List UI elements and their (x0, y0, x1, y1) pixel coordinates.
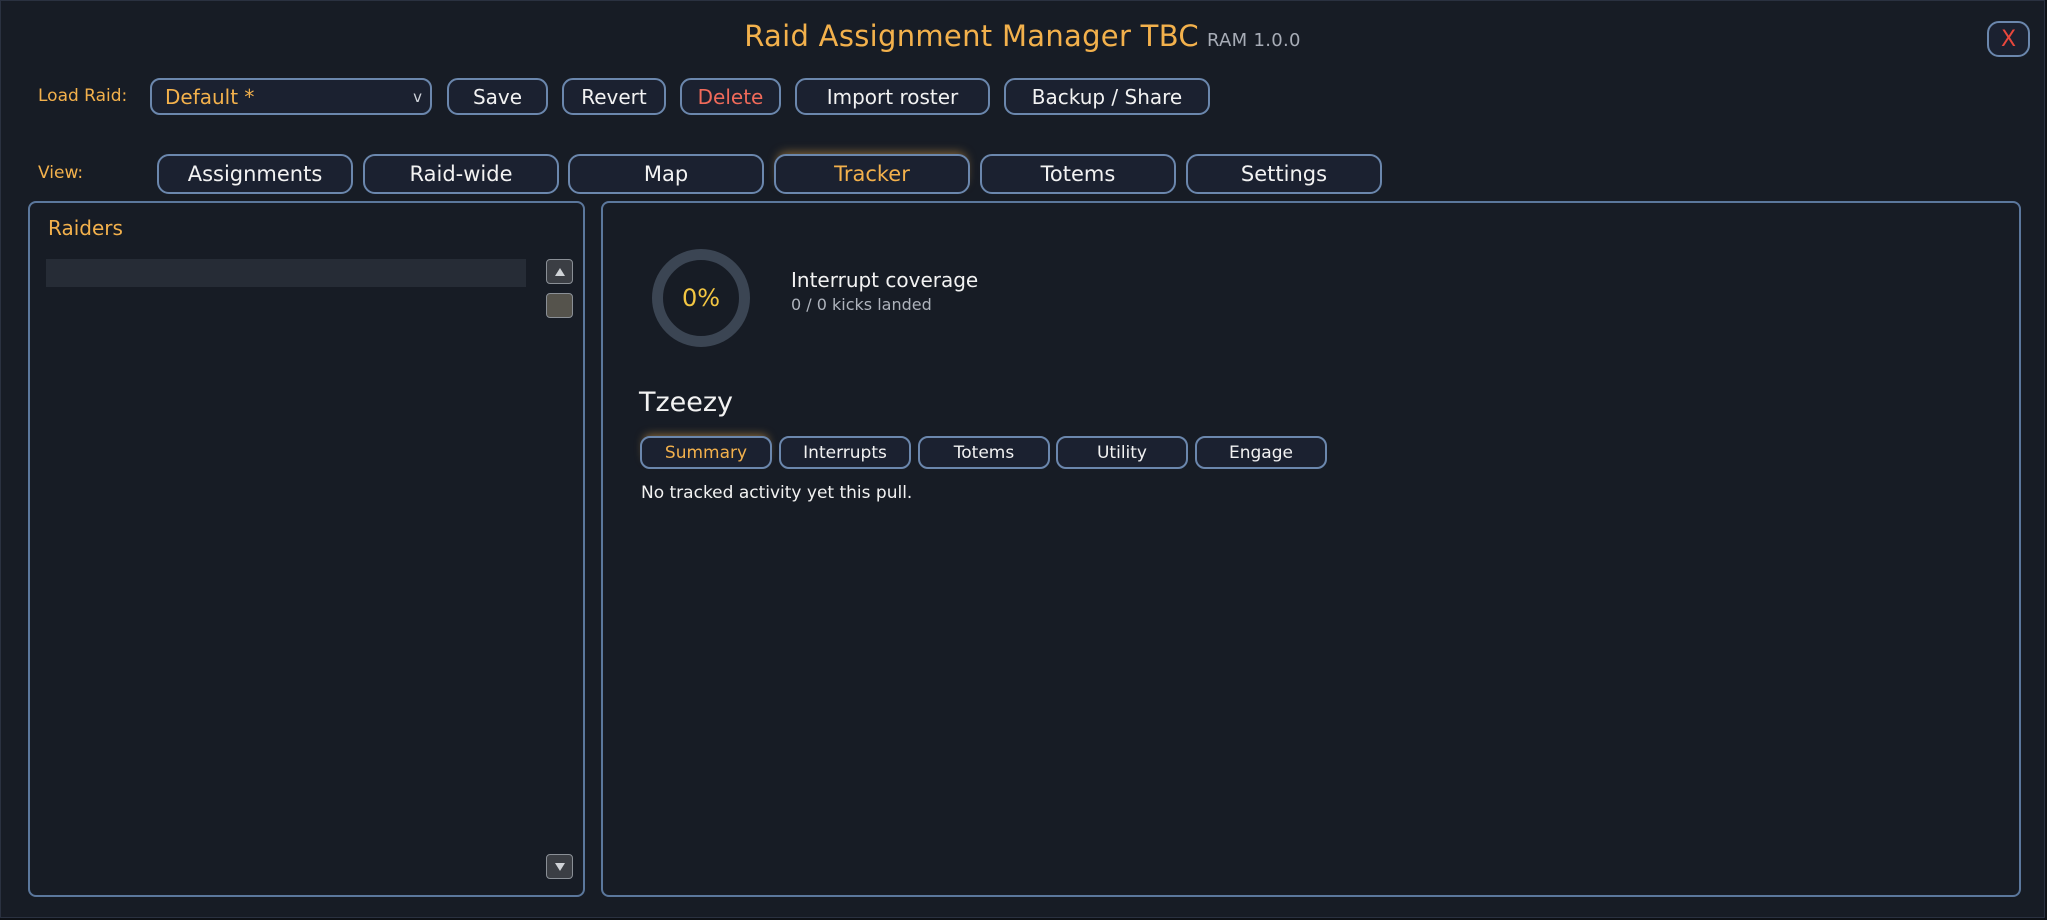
backup-share-button[interactable]: Backup / Share (1004, 78, 1210, 115)
close-button[interactable]: X (1987, 21, 2030, 57)
scroll-up-glyph (554, 267, 565, 276)
subtab-interrupts[interactable]: Interrupts (779, 436, 911, 469)
subtab-totems[interactable]: Totems (918, 436, 1050, 469)
coverage-ring: 0% (652, 249, 750, 347)
revert-button[interactable]: Revert (562, 78, 666, 115)
scroll-thumb[interactable] (546, 293, 573, 318)
tab-totems[interactable]: Totems (980, 154, 1176, 194)
title-text: Raid Assignment Manager TBC (744, 19, 1199, 53)
tab-settings[interactable]: Settings (1186, 154, 1382, 194)
tab-assignments[interactable]: Assignments (157, 154, 353, 194)
coverage-title: Interrupt coverage (791, 268, 979, 292)
raiders-title: Raiders (48, 216, 123, 240)
scroll-down-glyph (554, 862, 565, 871)
raiders-panel: Raiders (28, 201, 585, 897)
empty-activity-message: No tracked activity yet this pull. (641, 483, 913, 503)
raid-select-dropdown[interactable]: Default * v (150, 78, 432, 115)
delete-button[interactable]: Delete (680, 78, 781, 115)
subtab-utility[interactable]: Utility (1056, 436, 1188, 469)
app-window: Raid Assignment Manager TBC RAM 1.0.0 X L… (0, 0, 2045, 918)
chevron-up-icon[interactable] (546, 259, 573, 284)
coverage-percent: 0% (681, 284, 721, 312)
load-raid-label: Load Raid: (38, 86, 128, 106)
view-label: View: (38, 163, 84, 183)
raiders-list-row[interactable] (46, 259, 526, 287)
tracker-panel: 0% Interrupt coverage 0 / 0 kicks landed… (601, 201, 2021, 897)
player-name: Tzeezy (639, 387, 734, 418)
subtab-summary[interactable]: Summary (640, 436, 772, 469)
import-roster-button[interactable]: Import roster (795, 78, 990, 115)
tab-raid-wide[interactable]: Raid-wide (363, 154, 559, 194)
subtab-engage[interactable]: Engage (1195, 436, 1327, 469)
version-label: RAM 1.0.0 (1206, 30, 1301, 51)
chevron-down-icon: v (413, 88, 422, 106)
save-button[interactable]: Save (447, 78, 548, 115)
raid-select-value: Default * (165, 85, 255, 109)
window-title: Raid Assignment Manager TBC RAM 1.0.0 (1, 19, 2044, 53)
coverage-subtitle: 0 / 0 kicks landed (791, 295, 932, 314)
tab-map[interactable]: Map (568, 154, 764, 194)
chevron-down-icon[interactable] (546, 854, 573, 879)
tab-tracker[interactable]: Tracker (774, 154, 970, 194)
